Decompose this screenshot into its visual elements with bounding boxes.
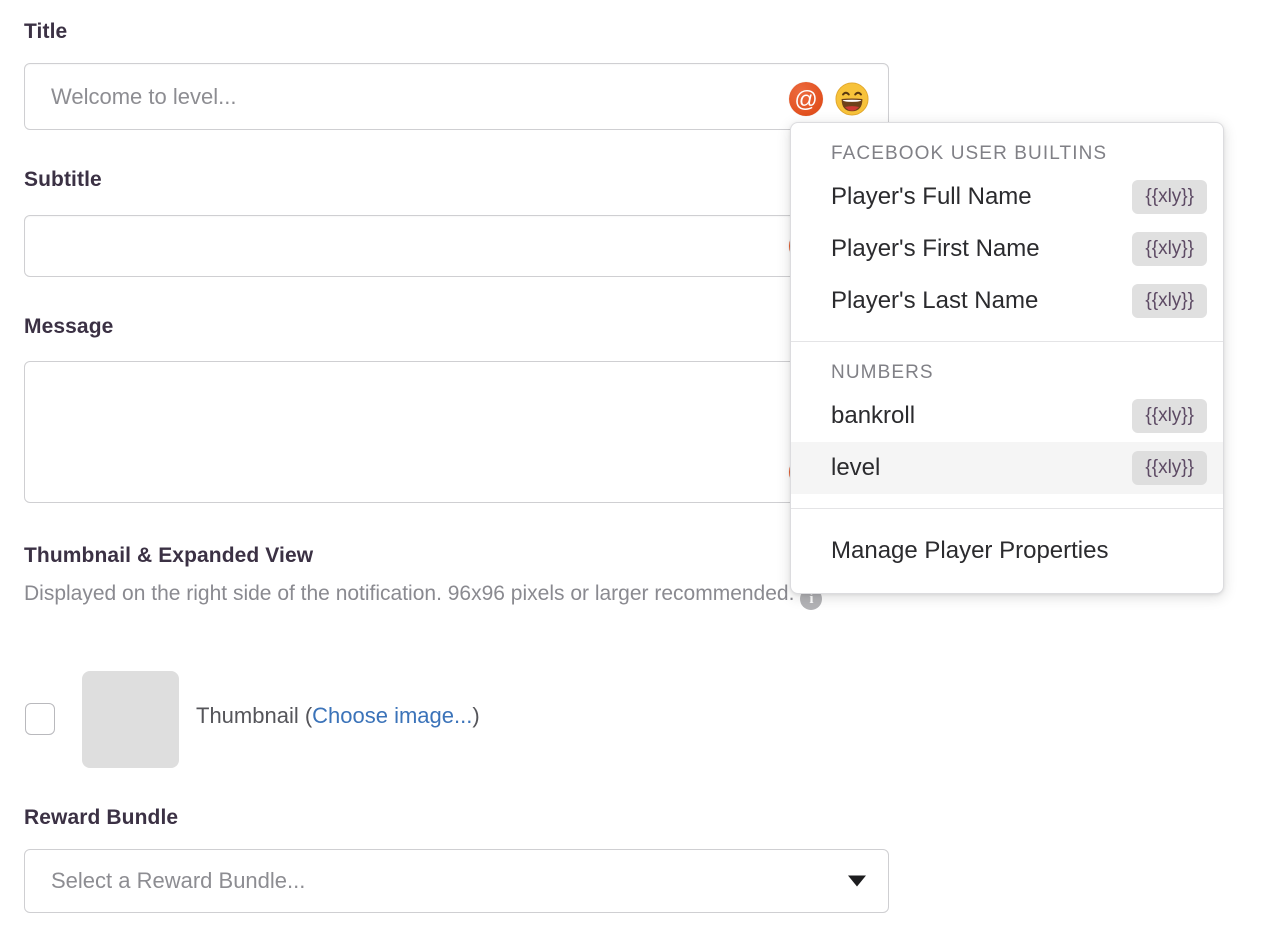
thumbnail-caption: Thumbnail (Choose image...) (196, 703, 480, 729)
popover-item-bankroll[interactable]: bankroll {{xly}} (791, 390, 1223, 442)
popover-section-title: NUMBERS (791, 342, 1223, 390)
popover-item-label: bankroll (831, 402, 915, 430)
popover-item-label: level (831, 454, 880, 482)
popover-spacer (791, 579, 1223, 593)
at-mention-icon[interactable]: @ (789, 82, 823, 116)
title-label: Title (24, 20, 67, 44)
popover-item-token-badge: {{xly}} (1132, 451, 1207, 485)
title-input[interactable]: Welcome to level... (24, 63, 889, 130)
popover-section-numbers: NUMBERS bankroll {{xly}} level {{xly}} (791, 342, 1223, 508)
subtitle-label: Subtitle (24, 168, 102, 192)
choose-image-link[interactable]: Choose image... (312, 703, 472, 728)
grinning-face-emoji-icon[interactable] (835, 82, 869, 116)
popover-item-token-badge: {{xly}} (1132, 232, 1207, 266)
reward-bundle-select-value: Select a Reward Bundle... (51, 868, 305, 894)
popover-item-token-badge: {{xly}} (1132, 399, 1207, 433)
popover-item-players-last-name[interactable]: Player's Last Name {{xly}} (791, 275, 1223, 327)
popover-item-token-badge: {{xly}} (1132, 284, 1207, 318)
title-field-icons: @ (789, 82, 869, 116)
reward-bundle-select[interactable]: Select a Reward Bundle... (24, 849, 889, 913)
reward-bundle-label: Reward Bundle (24, 806, 178, 830)
popover-spacer (791, 327, 1223, 341)
popover-section-title: FACEBOOK USER BUILTINS (791, 123, 1223, 171)
popover-item-players-first-name[interactable]: Player's First Name {{xly}} (791, 223, 1223, 275)
thumbnail-help-text-body: Displayed on the right side of the notif… (24, 582, 794, 605)
subtitle-input[interactable] (24, 215, 889, 277)
message-textarea[interactable] (24, 361, 889, 503)
chevron-down-icon[interactable] (848, 876, 866, 887)
player-property-popover: FACEBOOK USER BUILTINS Player's Full Nam… (790, 122, 1224, 594)
popover-item-token-badge: {{xly}} (1132, 180, 1207, 214)
popover-spacer (791, 509, 1223, 523)
thumbnail-caption-prefix: Thumbnail ( (196, 703, 312, 728)
popover-spacer (791, 494, 1223, 508)
message-label: Message (24, 315, 113, 339)
thumbnail-section-label: Thumbnail & Expanded View (24, 544, 313, 568)
popover-item-level[interactable]: level {{xly}} (791, 442, 1223, 494)
thumbnail-preview-placeholder[interactable] (82, 671, 179, 768)
popover-section-facebook-user-builtins: FACEBOOK USER BUILTINS Player's Full Nam… (791, 123, 1223, 341)
popover-item-players-full-name[interactable]: Player's Full Name {{xly}} (791, 171, 1223, 223)
title-input-value: Welcome to level... (51, 84, 236, 110)
thumbnail-caption-suffix: ) (472, 703, 479, 728)
popover-item-label: Player's First Name (831, 235, 1040, 263)
popover-item-label: Player's Full Name (831, 183, 1032, 211)
popover-item-manage-player-properties[interactable]: Manage Player Properties (791, 523, 1223, 579)
popover-item-label: Manage Player Properties (831, 537, 1108, 565)
thumbnail-checkbox[interactable] (25, 703, 55, 735)
popover-item-label: Player's Last Name (831, 287, 1038, 315)
